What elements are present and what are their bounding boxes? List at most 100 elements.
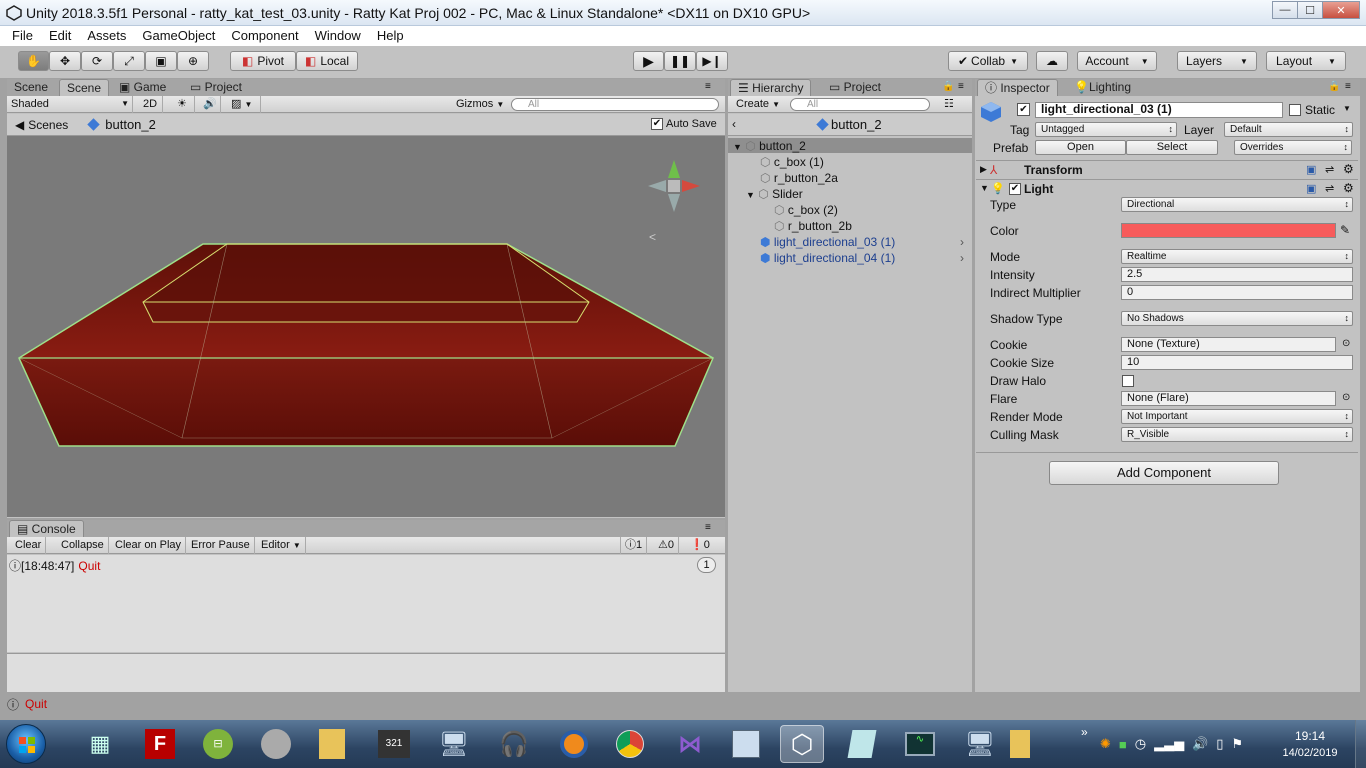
presets-icon[interactable]: ⇌ <box>1325 182 1334 195</box>
taskbar-blender[interactable] <box>552 725 596 763</box>
taskbar-calculator[interactable]: ▦ <box>78 725 122 763</box>
tab-hierarchy[interactable]: ☰ Hierarchy <box>730 79 812 96</box>
menu-edit[interactable]: Edit <box>41 26 79 46</box>
draw-halo-checkbox[interactable] <box>1122 375 1134 387</box>
pivot-button[interactable]: ◧ Pivot <box>230 51 296 71</box>
scene-visibility-icon[interactable]: ☷ <box>944 97 954 110</box>
gizmos-dropdown[interactable]: Gizmos ▼ <box>452 96 506 113</box>
account-button[interactable]: Account ▼ <box>1077 51 1157 71</box>
effects-dropdown[interactable]: ▨ ▼ <box>227 96 261 113</box>
layers-button[interactable]: Layers ▼ <box>1177 51 1257 71</box>
help-book-icon[interactable]: ▣ <box>1306 182 1316 195</box>
taskbar-chrome[interactable] <box>608 725 652 763</box>
taskbar-remote-desktop[interactable]: 🖥 <box>432 725 476 763</box>
panel-menu-icon[interactable]: ≡ <box>958 81 964 92</box>
flag-icon[interactable]: ⚑ <box>1231 736 1243 752</box>
indirect-multiplier-input[interactable]: 0 <box>1121 285 1353 300</box>
tag-dropdown[interactable]: Untagged <box>1035 122 1177 137</box>
menu-help[interactable]: Help <box>369 26 412 46</box>
hierarchy-item-c_box-2[interactable]: ⬡ c_box (2) <box>774 202 838 218</box>
tray-clock-icon[interactable]: ◷ <box>1135 736 1146 752</box>
breadcrumb-current[interactable]: button_2 <box>105 117 156 132</box>
taskbar-visual-studio[interactable]: ⋈ <box>668 725 712 763</box>
open-prefab-arrow-icon[interactable]: › <box>960 250 964 266</box>
cloud-button[interactable]: ☁ <box>1036 51 1068 71</box>
audio-toggle[interactable]: 🔊 <box>199 96 221 113</box>
layout-button[interactable]: Layout ▼ <box>1266 51 1346 71</box>
taskbar-app-green[interactable]: ⊟ <box>196 725 240 763</box>
object-picker-icon[interactable]: ⊙ <box>1342 392 1350 403</box>
static-checkbox[interactable] <box>1289 104 1301 116</box>
panel-menu-icon[interactable]: ≡ <box>1345 81 1351 92</box>
close-button[interactable]: ✕ <box>1322 1 1360 19</box>
menu-assets[interactable]: Assets <box>79 26 134 46</box>
console-clear-button[interactable]: Clear <box>11 537 47 554</box>
taskbar-audio-app[interactable]: 🎧 <box>492 725 536 763</box>
scene-orientation-gizmo[interactable] <box>648 160 700 212</box>
tab-inspector[interactable]: ⓘ Inspector <box>977 79 1058 96</box>
gear-icon[interactable]: ⚙ <box>1343 181 1354 195</box>
light-mode-dropdown[interactable]: Realtime <box>1121 249 1353 264</box>
scale-tool-button[interactable]: ⤢ <box>113 51 145 71</box>
lock-icon[interactable]: 🔒 <box>1328 81 1340 92</box>
panel-menu-icon[interactable]: ≡ <box>705 522 711 533</box>
hierarchy-item-slider[interactable]: ▼ ⬡ Slider <box>746 186 803 202</box>
render-mode-dropdown[interactable]: Not Important <box>1121 409 1353 424</box>
minimize-button[interactable]: — <box>1272 1 1298 19</box>
light-color-swatch[interactable] <box>1121 223 1336 238</box>
prefab-select-button[interactable]: Select <box>1126 140 1218 155</box>
scene-viewport[interactable]: < <box>7 136 725 517</box>
console-error-pause-button[interactable]: Error Pause <box>187 537 255 554</box>
active-checkbox[interactable]: ✔ <box>1017 103 1030 116</box>
console-warning-filter[interactable]: ⚠0 <box>654 537 679 554</box>
tray-overflow-button[interactable]: » <box>1081 725 1088 739</box>
shadow-type-dropdown[interactable]: No Shadows <box>1121 311 1353 326</box>
lighting-toggle[interactable]: ☀ <box>173 96 195 113</box>
hand-tool-button[interactable]: ✋ <box>18 51 49 71</box>
tray-green-icon[interactable]: ■ <box>1119 737 1127 752</box>
tab-lighting[interactable]: 💡Lighting <box>1067 79 1138 96</box>
lock-icon[interactable]: 🔒 <box>942 81 954 92</box>
hierarchy-item-c_box-1[interactable]: ⬡ c_box (1) <box>760 154 824 170</box>
hierarchy-search-input[interactable]: All <box>790 98 930 111</box>
cookie-field[interactable]: None (Texture) <box>1121 337 1336 352</box>
collab-button[interactable]: ✔ Collab ▼ <box>948 51 1028 71</box>
back-icon[interactable]: ‹ <box>732 117 736 131</box>
prefab-open-button[interactable]: Open <box>1035 140 1126 155</box>
taskbar-notepad[interactable] <box>840 725 884 763</box>
layer-dropdown[interactable]: Default <box>1224 122 1353 137</box>
flare-field[interactable]: None (Flare) <box>1121 391 1336 406</box>
taskbar-monitor-app[interactable]: 🖥 <box>960 725 1000 763</box>
taskbar-unity[interactable]: ⬡ <box>780 725 824 763</box>
taskbar-paint[interactable] <box>724 725 768 763</box>
tab-game[interactable]: ▣ Game <box>112 79 173 96</box>
console-log-filter[interactable]: ⓘ1 <box>620 537 648 554</box>
object-name-input[interactable]: light_directional_03 (1) <box>1035 102 1283 118</box>
menu-gameobject[interactable]: GameObject <box>134 26 223 46</box>
network-icon[interactable]: ▂▃▅ <box>1154 736 1184 752</box>
tab-console[interactable]: ▤ Console <box>9 520 84 537</box>
maximize-button[interactable]: ☐ <box>1297 1 1323 19</box>
culling-mask-dropdown[interactable]: R_Visible <box>1121 427 1353 442</box>
hierarchy-item-button_2[interactable]: ▼ ⬡ button_2 <box>733 138 806 154</box>
taskbar-media-player[interactable]: 321 <box>372 725 416 763</box>
cookie-size-input[interactable]: 10 <box>1121 355 1353 370</box>
intensity-input[interactable]: 2.5 <box>1121 267 1353 282</box>
hierarchy-item-light_directional_03[interactable]: ⬢ light_directional_03 (1) <box>760 234 895 250</box>
taskbar-folder-app[interactable] <box>1000 725 1040 763</box>
step-button[interactable]: ▶❙ <box>696 51 728 71</box>
hierarchy-item-light_directional_04[interactable]: ⬢ light_directional_04 (1) <box>760 250 895 266</box>
clock-time[interactable]: 19:14 <box>1278 729 1342 743</box>
eyedropper-icon[interactable]: ✎ <box>1340 223 1350 237</box>
autosave-checkbox[interactable]: ✔ <box>651 118 663 130</box>
show-desktop-button[interactable] <box>1355 720 1366 768</box>
transform-component-header[interactable]: ▶ ⅄ Transform ▣ ⇌ ⚙ <box>976 160 1358 179</box>
shading-mode-dropdown[interactable]: Shaded ▼ <box>7 96 133 113</box>
breadcrumb-scenes[interactable]: Scenes <box>28 118 68 132</box>
console-error-filter[interactable]: ❗0 <box>686 537 714 554</box>
object-picker-icon[interactable]: ⊙ <box>1342 338 1350 349</box>
back-icon[interactable]: ◀︎ <box>15 118 24 132</box>
static-dropdown-icon[interactable]: ▼ <box>1343 104 1351 113</box>
tab-scene-2[interactable]: Scene <box>59 79 110 96</box>
clock-date[interactable]: 14/02/2019 <box>1272 747 1348 759</box>
